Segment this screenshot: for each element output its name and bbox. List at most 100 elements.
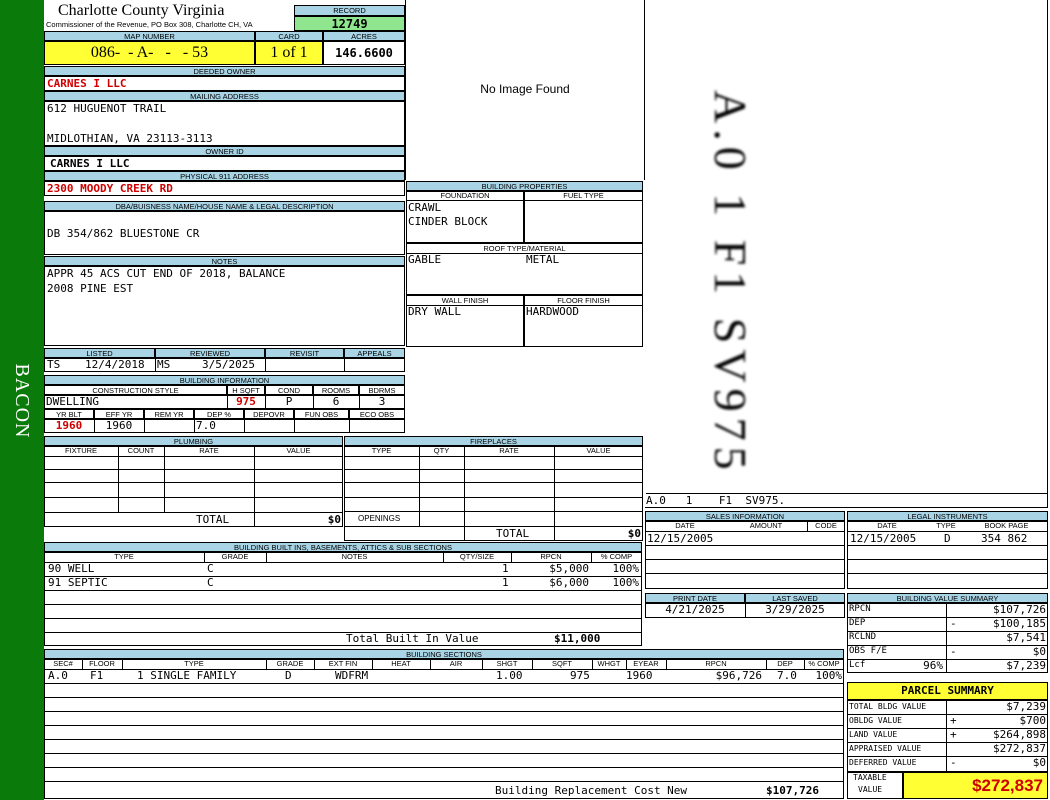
yrblt-value: 1960 <box>55 419 83 432</box>
physical-address-header: PHYSICAL 911 ADDRESS <box>44 171 405 181</box>
vs-dep-label: DEP <box>849 618 866 628</box>
parcel-summary-title: PARCEL SUMMARY <box>847 682 1048 700</box>
heat-label: HEAT <box>391 659 411 668</box>
no-image-text: No Image Found <box>480 82 570 96</box>
section-sec: A.0 <box>48 669 68 682</box>
acres-header: ACRES <box>323 31 405 41</box>
legal-header: LEGAL INSTRUMENTS <box>847 511 1048 521</box>
fireplace-rate-label: RATE <box>499 446 519 455</box>
rooms-header: ROOMS <box>313 385 359 395</box>
ps-obldg-label: OBLDG VALUE <box>849 716 902 725</box>
sketch-caption: A.0 1 F1 SV975. <box>646 493 1047 507</box>
map-number: 086- - A- - - 53 <box>44 41 255 65</box>
plumbing-value-label: VALUE <box>286 446 311 455</box>
building-properties-header: BUILDING PROPERTIES <box>406 181 643 191</box>
legal-date-label: DATE <box>877 521 897 530</box>
fireplace-value-label: VALUE <box>586 446 611 455</box>
section-floor: F1 <box>90 669 104 682</box>
last-saved: 3/29/2025 <box>765 603 825 616</box>
fireplace-total-label: TOTAL <box>496 527 530 540</box>
wall-finish: DRY WALL <box>408 305 461 318</box>
print-date: 4/21/2025 <box>665 603 725 616</box>
sales-code-label: CODE <box>815 521 837 530</box>
brcn-label: Building Replacement Cost New <box>495 784 688 797</box>
acres-value: 146.6600 <box>323 41 405 65</box>
section-grade: D <box>285 669 292 682</box>
builtin-row-1-qty: 1 <box>502 562 509 575</box>
taxable-label-1: TAXABLE <box>853 773 887 782</box>
section-rpcn: $96,726 <box>715 669 762 682</box>
effyr-value: 1960 <box>105 419 133 432</box>
builtin-row-1-type: 90 WELL <box>48 562 95 575</box>
county-title: Charlotte County Virginia <box>58 2 225 19</box>
notes-line-1: APPR 45 ACS CUT END OF 2018, BALANCE <box>47 267 286 280</box>
ps-appraised-label: APPRAISED VALUE <box>849 744 922 753</box>
builtins-comp-label: % COMP <box>600 552 633 561</box>
vs-rpcn-label: RPCN <box>849 604 871 614</box>
bdrms-value: 3 <box>378 395 386 408</box>
notes-header: NOTES <box>44 256 405 266</box>
legal-type-label: TYPE <box>936 521 956 530</box>
sales-date-label: DATE <box>675 521 695 530</box>
builtin-row-1-grade: C <box>207 562 214 575</box>
vs-lcf-value: $7,239 <box>1006 659 1046 672</box>
floor-label: FLOOR <box>89 659 115 668</box>
card-value: 1 of 1 <box>255 41 323 65</box>
mailing-line-1: 612 HUGUENOT TRAIL <box>47 102 167 115</box>
ps-deferred-label: DEFERRED VALUE <box>849 758 917 767</box>
owner-id: CARNES I LLC <box>44 156 405 171</box>
builtins-qty-label: QTY/SIZE <box>459 552 495 561</box>
card-header: CARD <box>255 31 323 41</box>
ps-total-bldg-value: $7,239 <box>1006 700 1046 713</box>
legal-bookpage: 354 862 <box>981 532 1028 545</box>
print-date-header: PRINT DATE <box>645 593 745 603</box>
builtin-row-1-rpcn: $5,000 <box>549 562 589 575</box>
side-label: BACON <box>11 363 33 439</box>
funobs-header: FUN OBS <box>294 409 349 419</box>
vs-obs-label: OBS F/E <box>849 646 887 656</box>
builtins-total-label: Total Built In Value <box>346 632 479 645</box>
builtin-row-2-qty: 1 <box>502 576 509 589</box>
cond-header: COND <box>265 385 313 395</box>
dba-text: DB 354/862 BLUESTONE CR <box>47 227 200 240</box>
builtins-total: $11,000 <box>554 632 601 645</box>
ps-total-bldg-label: TOTAL BLDG VALUE <box>849 702 927 711</box>
builtins-notes-label: NOTES <box>341 552 368 561</box>
mailing-address-header: MAILING ADDRESS <box>44 91 405 101</box>
floor-finish: HARDWOOD <box>526 305 579 318</box>
comp-label: % COMP <box>808 659 840 668</box>
section-type: 1 SINGLE FAMILY <box>137 669 237 682</box>
plumbing-header: PLUMBING <box>44 436 343 446</box>
listed-date: 12/4/2018 <box>85 358 145 371</box>
fireplace-qty-label: QTY <box>433 446 450 455</box>
dep-header: DEP % <box>194 409 244 419</box>
plumbing-total-label: TOTAL <box>196 513 230 526</box>
fireplaces-header: FIREPLACES <box>344 436 643 446</box>
ps-deferred-value: $0 <box>1032 756 1046 769</box>
builtin-row-2-grade: C <box>207 576 214 589</box>
plumbing-total: $0 <box>327 513 341 526</box>
grade-label: GRADE <box>276 659 304 668</box>
effyr-header: EFF YR <box>94 409 144 419</box>
section-sqft: 975 <box>570 669 590 682</box>
dep-value: 7.0 <box>196 419 216 432</box>
building-info-header: BUILDING INFORMATION <box>44 375 405 385</box>
notes-line-2: 2008 PINE EST <box>47 282 134 295</box>
sales-amount-label: AMOUNT <box>749 521 783 530</box>
record-value: 12749 <box>294 16 405 31</box>
commissioner-line: Commissioner of the Revenue, PO Box 308,… <box>46 20 253 29</box>
dba-header: DBA/BUISNESS NAME/HOUSE NAME & LEGAL DES… <box>44 201 405 211</box>
builtin-row-2-type: 91 SEPTIC <box>48 576 108 589</box>
whgt-label: WHGT <box>597 659 621 668</box>
construction-style: DWELLING <box>46 395 99 408</box>
air-label: AIR <box>449 659 463 668</box>
listed-by: TS <box>47 358 61 371</box>
dep-label: DEP <box>777 659 793 668</box>
shgt-label: SHGT <box>496 659 518 668</box>
builtins-grade-label: GRADE <box>221 552 249 561</box>
foundation-value-1: CRAWL <box>408 201 442 214</box>
fuel-label: FUEL TYPE <box>524 191 643 201</box>
plumbing-fixture-label: FIXTURE <box>64 446 98 455</box>
ps-land-value: $264,898 <box>993 728 1046 741</box>
yrblt-header: YR BLT <box>44 409 94 419</box>
